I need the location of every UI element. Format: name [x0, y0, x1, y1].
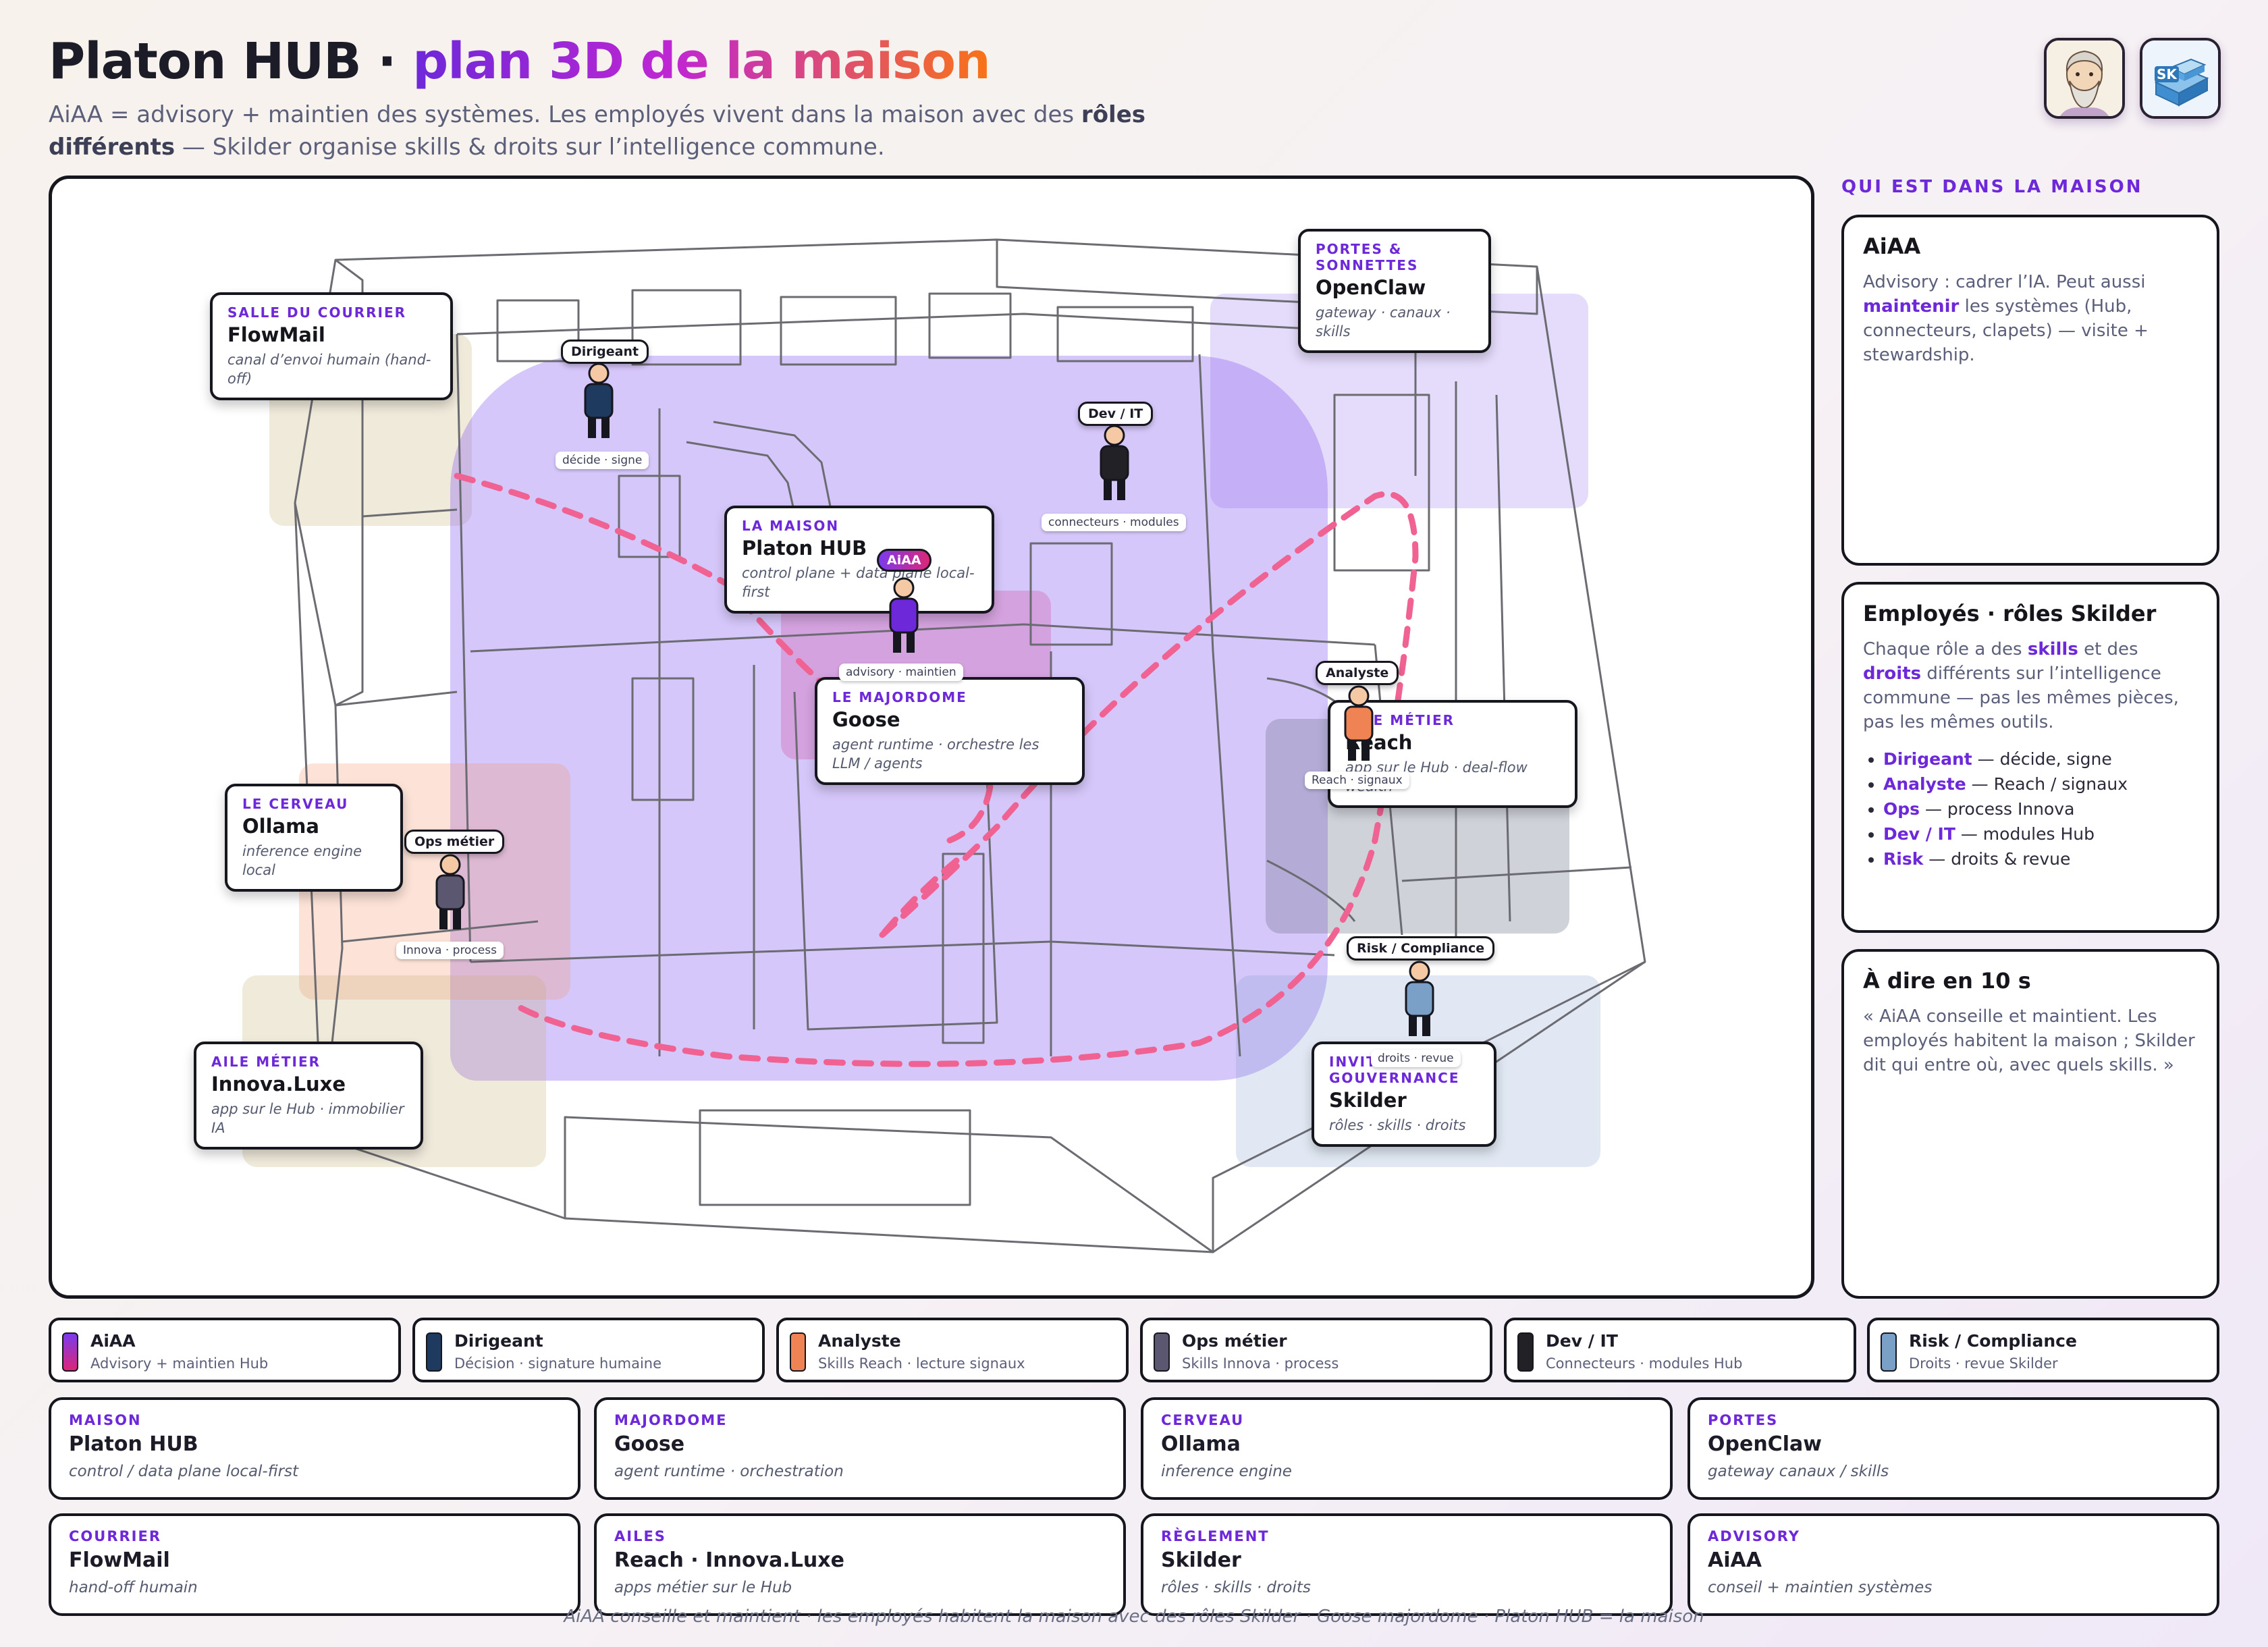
- role-tag-aiaa: AiAA: [877, 549, 932, 572]
- role-tag-risk: Risk / Compliance: [1347, 936, 1495, 961]
- skilder-avatar-label: SK: [2155, 66, 2179, 82]
- flow-path-goose: [946, 783, 994, 844]
- page-title: Platon HUB · plan 3D de la maison: [49, 32, 991, 90]
- platon-avatar[interactable]: [2044, 38, 2125, 119]
- footer-caption: AiAA conseille et maintient · les employ…: [564, 1606, 1704, 1627]
- person-risk-icon[interactable]: [1399, 961, 1440, 1042]
- zone-card-goose[interactable]: LE MAJORDOME Goose agent runtime · orchest…: [815, 677, 1085, 785]
- legend-item-aiaa: AiAA Advisory + maintien Hub: [49, 1318, 401, 1382]
- person-dev-it-icon[interactable]: [1094, 425, 1135, 506]
- legend-swatch: [1881, 1332, 1897, 1372]
- person-ops-metier-icon[interactable]: [430, 854, 470, 935]
- caption-dirigeant: décide · signe: [556, 452, 649, 469]
- card-aiaa[interactable]: ADVISORY AiAA conseil + maintien systèmes: [1688, 1513, 2219, 1616]
- zone-card-platon-hub[interactable]: LA MAISON Platon HUB control plane + data …: [724, 506, 994, 614]
- panel-roles: Employés · rôles Skilder Chaque rôle a d…: [1841, 582, 2219, 933]
- zone-card-ollama[interactable]: LE CERVEAU Ollama inference engine local: [225, 784, 403, 892]
- role-tag-dev-it: Dev / IT: [1078, 402, 1154, 426]
- role-tag-ops-metier: Ops métier: [404, 830, 505, 854]
- card-ailes[interactable]: AILES Reach · Innova.Luxe apps métier sur …: [594, 1513, 1126, 1616]
- list-item: Dev / IT — modules Hub: [1883, 821, 2198, 846]
- card-skilder[interactable]: RÈGLEMENT Skilder rôles · skills · droits: [1141, 1513, 1673, 1616]
- legend-item-dev-it: Dev / IT Connecteurs · modules Hub: [1504, 1318, 1856, 1382]
- list-item: Risk — droits & revue: [1883, 846, 2198, 871]
- list-item: Dirigeant — décide, signe: [1883, 747, 2198, 772]
- person-dirigeant-icon[interactable]: [578, 362, 619, 443]
- caption-dev-it: connecteurs · modules: [1042, 514, 1186, 531]
- caption-analyste: Reach · signaux: [1305, 772, 1409, 789]
- card-openclaw[interactable]: PORTES OpenClaw gateway canaux / skills: [1688, 1397, 2219, 1500]
- list-item: Analyste — Reach / signaux: [1883, 772, 2198, 796]
- role-tag-analyste: Analyste: [1316, 661, 1399, 685]
- role-tag-dirigeant: Dirigeant: [561, 340, 649, 364]
- card-flowmail[interactable]: COURRIER FlowMail hand-off humain: [49, 1513, 580, 1616]
- legend-swatch: [790, 1332, 806, 1372]
- legend-item-dirigeant: Dirigeant Décision · signature humaine: [412, 1318, 765, 1382]
- legend-item-ops: Ops métier Skills Innova · process: [1140, 1318, 1492, 1382]
- card-ollama[interactable]: CERVEAU Ollama inference engine: [1141, 1397, 1673, 1500]
- caption-risk: droits · revue: [1371, 1050, 1461, 1067]
- philosopher-portrait-icon: [2047, 40, 2122, 116]
- skilder-building-icon: [2142, 40, 2218, 116]
- person-analyste-icon[interactable]: [1339, 685, 1379, 766]
- page-title-accent: plan 3D de la maison: [412, 32, 990, 90]
- panel-aiaa: AiAA Advisory : cadrer l’IA. Peut aussi …: [1841, 215, 2219, 566]
- person-aiaa-icon[interactable]: [884, 577, 924, 658]
- card-platon-hub[interactable]: MAISON Platon HUB control / data plane loc…: [49, 1397, 580, 1500]
- zone-card-flowmail[interactable]: SALLE DU COURRIER FlowMail canal d’envoi h…: [210, 292, 453, 400]
- legend-item-analyste: Analyste Skills Reach · lecture signaux: [776, 1318, 1129, 1382]
- list-item: Ops — process Innova: [1883, 796, 2198, 821]
- zone-card-openclaw[interactable]: PORTES & SONNETTES OpenClaw gateway · cana…: [1298, 229, 1491, 353]
- legend-swatch: [1517, 1332, 1534, 1372]
- roles-list: Dirigeant — décide, signe Analyste — Rea…: [1863, 747, 2198, 871]
- page-subtitle: AiAA = advisory + maintien des systèmes.…: [49, 101, 1145, 161]
- card-goose[interactable]: MAJORDOME Goose agent runtime · orchestrat…: [594, 1397, 1126, 1500]
- skilder-avatar[interactable]: SK: [2140, 38, 2221, 119]
- caption-aiaa: advisory · maintien: [839, 664, 963, 681]
- sidebar-heading: QUI EST DANS LA MAISON: [1841, 177, 2143, 197]
- house-plan-canvas: SALLE DU COURRIER FlowMail canal d’envoi h…: [49, 176, 1814, 1299]
- legend-swatch: [62, 1332, 78, 1372]
- caption-ops-metier: Innova · process: [396, 942, 504, 959]
- zone-card-innova[interactable]: AILE MÉTIER Innova.Luxe app sur le Hub · i…: [194, 1042, 423, 1150]
- panel-pitch: À dire en 10 s « AiAA conseille et maint…: [1841, 949, 2219, 1299]
- legend-swatch: [426, 1332, 442, 1372]
- legend-item-risk: Risk / Compliance Droits · revue Skilder: [1867, 1318, 2219, 1382]
- legend-swatch: [1154, 1332, 1170, 1372]
